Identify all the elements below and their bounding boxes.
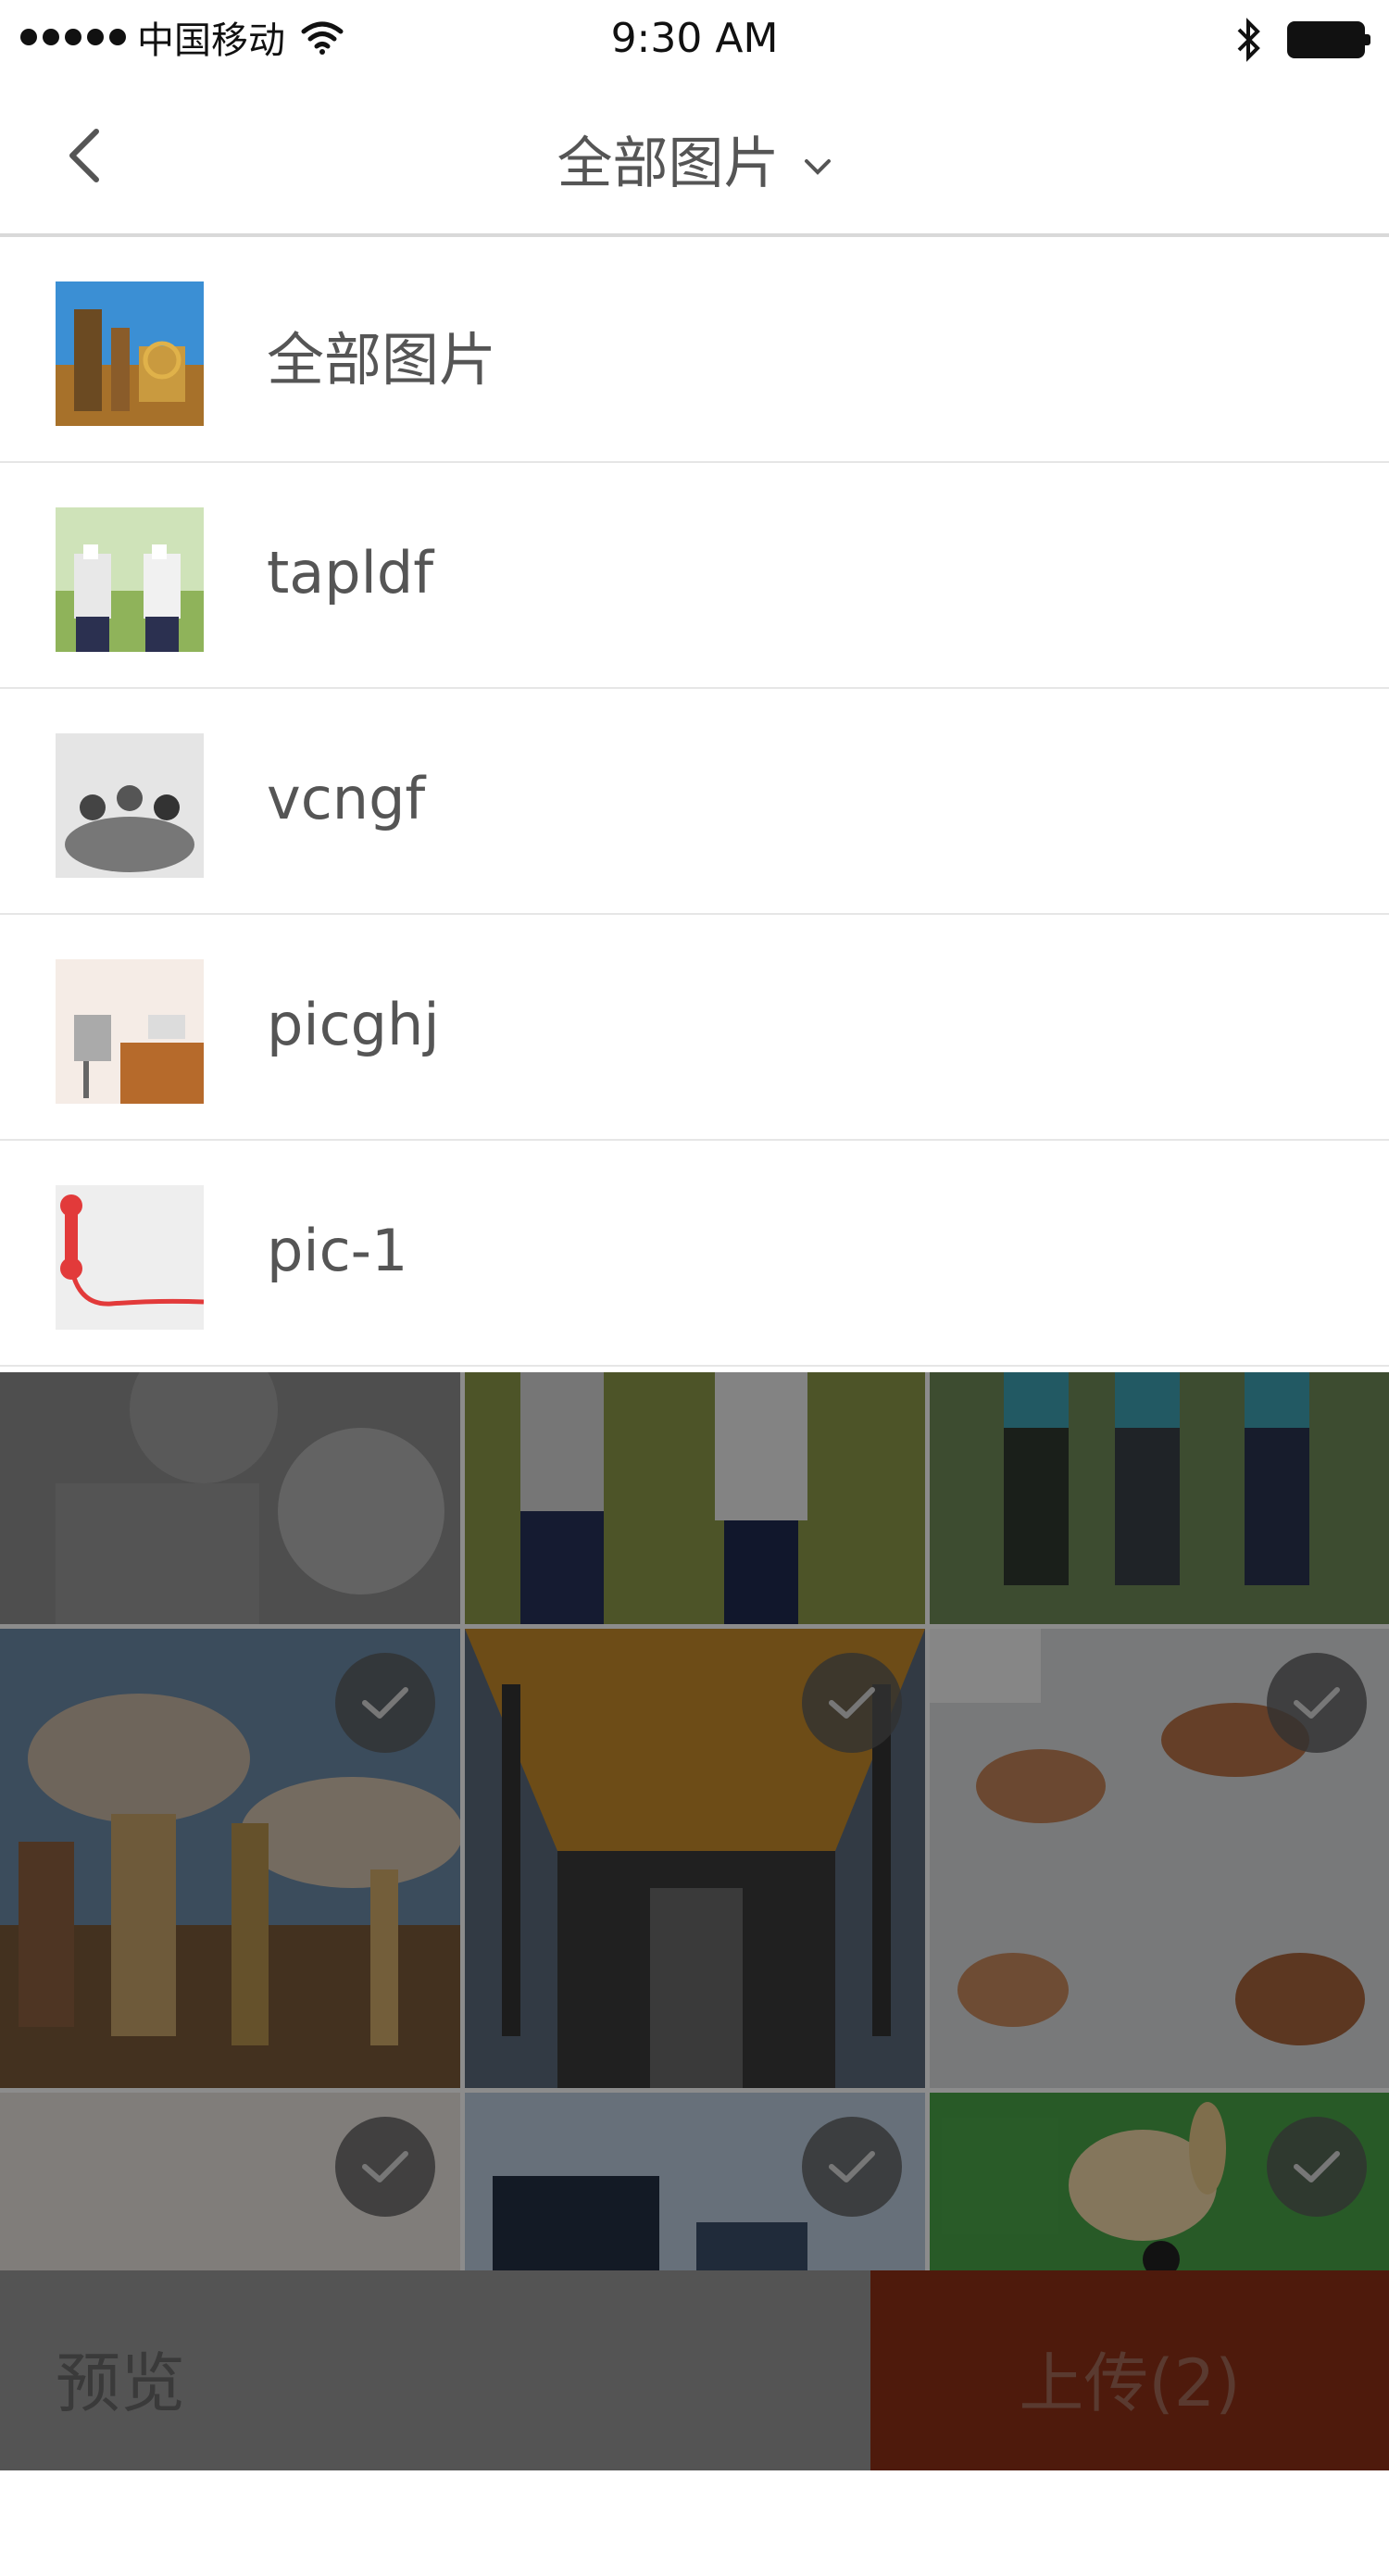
album-label: picghj [267,991,440,1058]
status-bar: 中国移动 9:30 AM [0,0,1389,74]
album-thumbnail [56,959,204,1104]
upload-button-label: 上传(2) [1019,2345,1241,2421]
album-label: pic-1 [267,1217,408,1284]
album-item-vcngf[interactable]: vcngf [0,689,1389,915]
album-thumbnail [56,733,204,878]
status-time: 9:30 AM [610,15,779,62]
album-selector[interactable]: 全部图片 [0,119,1389,199]
album-label: tapldf [267,539,434,606]
nav-bar: 全部图片 [0,74,1389,237]
album-label: vcngf [267,765,426,832]
chevron-down-icon [804,159,831,176]
album-item-tapldf[interactable]: tapldf [0,463,1389,689]
album-item-picghj[interactable]: picghj [0,915,1389,1141]
album-item-pic-1[interactable]: pic-1 [0,1141,1389,1367]
bottom-action-bar: 预览 上传(2) [0,2270,1389,2470]
album-label: 全部图片 [267,326,497,394]
album-thumbnail [56,1185,204,1330]
battery-icon [1287,21,1370,58]
bluetooth-icon [1237,18,1260,62]
page-title: 全部图片 [557,131,780,196]
album-item-all[interactable]: 全部图片 [0,237,1389,463]
preview-area: 预览 [0,2270,870,2470]
status-right [1235,17,1370,63]
upload-button[interactable]: 上传(2) [870,2270,1389,2470]
album-thumbnail [56,281,204,426]
preview-button[interactable]: 预览 [56,2332,185,2425]
album-thumbnail [56,507,204,652]
album-dropdown-list: 全部图片 tapldf vcngf picghj pic-1 [0,237,1389,1367]
